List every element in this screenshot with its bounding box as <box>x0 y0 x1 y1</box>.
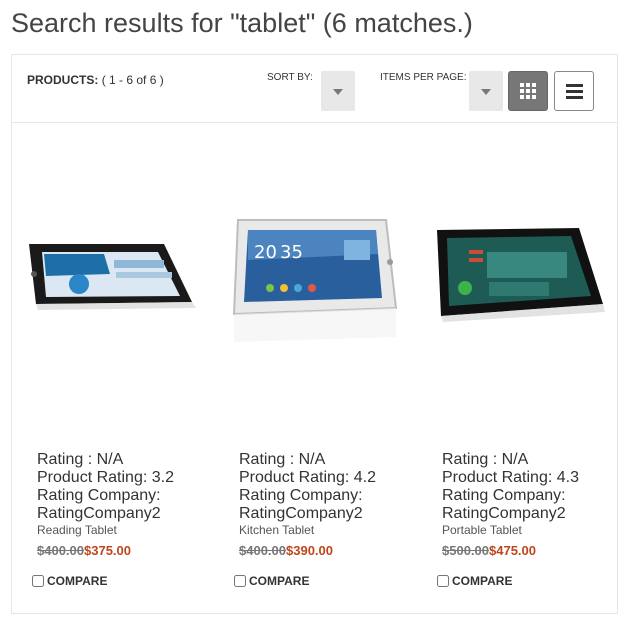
rating-company: RatingCompany2 <box>37 505 161 522</box>
results-toolbar: PRODUCTS: ( 1 - 6 of 6 ) SORT BY: ITEMS … <box>12 55 617 123</box>
grid-view-button[interactable] <box>508 71 548 111</box>
thumb-clock-hour: 20 <box>254 242 277 263</box>
sale-price: $475.00 <box>489 543 536 558</box>
compare-label: COMPARE <box>249 574 310 588</box>
sort-select[interactable] <box>321 71 355 111</box>
sort-label: SORT BY: <box>267 72 313 83</box>
product-rating: Product Rating: 4.3 <box>442 469 579 486</box>
product-rating: Product Rating: 4.2 <box>239 469 376 486</box>
product-image-reading-tablet[interactable] <box>24 162 204 362</box>
compare-checkbox[interactable] <box>234 575 246 587</box>
chevron-down-icon <box>333 89 343 95</box>
product-name[interactable]: Kitchen Tablet <box>239 523 314 537</box>
product-name[interactable]: Portable Tablet <box>442 523 522 537</box>
sale-price: $375.00 <box>84 543 131 558</box>
list-view-button[interactable] <box>554 71 594 111</box>
sale-price: $390.00 <box>286 543 333 558</box>
products-range: ( 1 - 6 of 6 ) <box>101 73 164 87</box>
rating: Rating : N/A <box>37 451 124 468</box>
price: $500.00$475.00 <box>442 543 536 558</box>
grid-view-icon <box>520 83 536 99</box>
results-panel: PRODUCTS: ( 1 - 6 of 6 ) SORT BY: ITEMS … <box>11 54 618 614</box>
product-rating: Product Rating: 3.2 <box>37 469 174 486</box>
products-label: PRODUCTS: <box>27 73 99 87</box>
rating-company-label: Rating Company: <box>37 487 161 504</box>
compare-toggle[interactable]: COMPARE <box>32 574 107 588</box>
old-price: $400.00 <box>239 543 286 558</box>
page-title: Search results for "tablet" (6 matches.) <box>11 8 473 38</box>
old-price: $400.00 <box>37 543 84 558</box>
compare-checkbox[interactable] <box>32 575 44 587</box>
rating-company-label: Rating Company: <box>442 487 566 504</box>
old-price: $500.00 <box>442 543 489 558</box>
product-name[interactable]: Reading Tablet <box>37 523 117 537</box>
rating-company-label: Rating Company: <box>239 487 363 504</box>
product-image-portable-tablet[interactable] <box>429 162 609 362</box>
compare-label: COMPARE <box>47 574 108 588</box>
list-view-icon <box>566 84 583 99</box>
product-card: Rating : N/A Product Rating: 4.3 Rating … <box>417 122 617 622</box>
products-count: PRODUCTS: ( 1 - 6 of 6 ) <box>27 73 164 87</box>
product-image-kitchen-tablet[interactable]: 20 35 <box>226 162 406 362</box>
price: $400.00$390.00 <box>239 543 333 558</box>
product-card: 20 35 Rating : N/A Product Rating: 4.2 R… <box>214 122 414 622</box>
compare-checkbox[interactable] <box>437 575 449 587</box>
chevron-down-icon <box>481 89 491 95</box>
rating: Rating : N/A <box>442 451 529 468</box>
rating-company: RatingCompany2 <box>442 505 566 522</box>
price: $400.00$375.00 <box>37 543 131 558</box>
thumb-clock-min: 35 <box>280 242 303 263</box>
compare-toggle[interactable]: COMPARE <box>234 574 309 588</box>
rating: Rating : N/A <box>239 451 326 468</box>
rating-company: RatingCompany2 <box>239 505 363 522</box>
compare-label: COMPARE <box>452 574 513 588</box>
compare-toggle[interactable]: COMPARE <box>437 574 512 588</box>
items-per-page-label: ITEMS PER PAGE: <box>380 72 467 83</box>
product-card: Rating : N/A Product Rating: 3.2 Rating … <box>12 122 212 622</box>
items-per-page-select[interactable] <box>469 71 503 111</box>
